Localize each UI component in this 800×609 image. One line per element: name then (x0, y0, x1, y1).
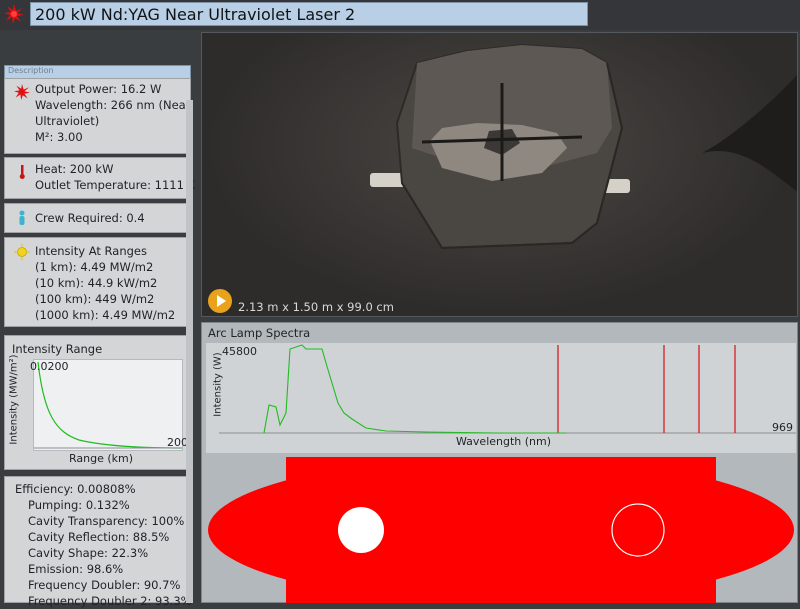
crew-card: Crew Required: 0.4 (4, 203, 191, 233)
efficiency-item: Frequency Doubler 2: 93.3% (28, 594, 192, 608)
spectra-xlabel: Wavelength (nm) (456, 435, 552, 448)
laser-burst-icon (4, 4, 24, 24)
title-field[interactable]: 200 kW Nd:YAG Near Ultraviolet Laser 2 (30, 2, 588, 26)
description-label: Description (8, 66, 54, 75)
outlet-temperature: Outlet Temperature: 1111 K (35, 178, 196, 192)
intensity-title: Intensity At Ranges (35, 244, 147, 258)
intensity-card: Intensity At Ranges (1 km): 4.49 MW/m2 (… (4, 237, 191, 327)
play-icon[interactable] (208, 289, 232, 313)
efficiency-item: Cavity Reflection: 88.5% (28, 530, 170, 544)
thermometer-icon (19, 165, 25, 179)
range-xmax-label: 200 (167, 436, 188, 449)
crew-icon (19, 210, 25, 225)
intensity-100km: (100 km): 449 W/m2 (35, 292, 155, 306)
intensity-range-graph: 0.0200 200 (30, 359, 188, 451)
window-title: 200 kW Nd:YAG Near Ultraviolet Laser 2 (35, 5, 356, 24)
model-viewport[interactable]: 2.13 m x 1.50 m x 99.0 cm (201, 32, 798, 317)
spectra-xmax-label: 969 (772, 421, 793, 434)
laser-model (370, 43, 797, 250)
intensity-10km: (10 km): 44.9 kW/m2 (35, 276, 158, 290)
heat-value: Heat: 200 kW (35, 162, 114, 176)
heat-card: Heat: 200 kW Outlet Temperature: 1111 K (4, 157, 195, 199)
m2-value: M²: 3.00 (35, 130, 83, 144)
range-ymax-label: 0.0200 (30, 360, 69, 373)
wavelength: Wavelength: 266 nm (Near (35, 98, 191, 112)
intensity-range-card: Intensity Range 0.0200 200 Intensity (MW… (4, 335, 191, 470)
efficiency-total: Efficiency: 0.00808% (15, 482, 136, 496)
efficiency-item: Cavity Transparency: 100% (28, 514, 185, 528)
model-dimensions: 2.13 m x 1.50 m x 99.0 cm (238, 300, 394, 314)
efficiency-item: Frequency Doubler: 90.7% (28, 578, 181, 592)
left-scrollbar[interactable] (186, 100, 193, 603)
spectra-ymax-label: 45800 (222, 345, 257, 358)
intensity-1000km: (1000 km): 4.49 MW/m2 (35, 308, 176, 322)
efficiency-card: Efficiency: 0.00808% Pumping: 0.132% Cav… (4, 476, 192, 608)
intensity-1km: (1 km): 4.49 MW/m2 (35, 260, 154, 274)
cavity-diagram (208, 457, 794, 603)
range-xlabel: Range (km) (69, 452, 134, 465)
range-ylabel: Intensity (MW/m²) (8, 354, 20, 445)
left-panel: Description Output Power: 16.2 W Wavelen… (0, 30, 198, 608)
sun-icon (14, 244, 30, 260)
arc-lamp-spectra-panel: Arc Lamp Spectra 45800 969 Intensity (W)… (201, 322, 798, 603)
output-card: Output Power: 16.2 W Wavelength: 266 nm … (4, 78, 191, 154)
efficiency-item: Emission: 98.6% (28, 562, 124, 576)
output-power: Output Power: 16.2 W (35, 82, 162, 96)
spectra-title: Arc Lamp Spectra (208, 326, 311, 340)
efficiency-item: Cavity Shape: 22.3% (28, 546, 149, 560)
title-bar: 200 kW Nd:YAG Near Ultraviolet Laser 2 (0, 0, 800, 30)
efficiency-item: Pumping: 0.132% (28, 498, 130, 512)
laser-burst-icon (14, 84, 30, 100)
wavelength-cont: Ultraviolet) (35, 114, 100, 128)
intensity-range-title: Intensity Range (12, 342, 103, 356)
spectra-ylabel: Intensity (W) (212, 352, 224, 417)
crew-required: Crew Required: 0.4 (35, 211, 145, 225)
spectra-graph: 45800 969 Intensity (W) Wavelength (nm) (206, 343, 796, 453)
